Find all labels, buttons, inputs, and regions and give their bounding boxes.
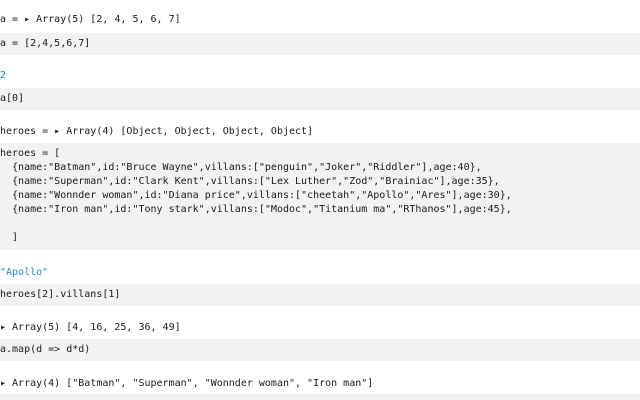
output-a-array[interactable]: a = ▸ Array(5) [2, 4, 5, 6, 7] (0, 13, 181, 27)
heroes-line-0[interactable]: heroes = [ (0, 147, 60, 161)
output-a-array-text: a = ▸ Array(5) [2, 4, 5, 6, 7] (0, 14, 181, 25)
heroes-line-4[interactable]: {name:"Iron man",id:"Tony stark",villans… (0, 203, 512, 217)
input-map-square[interactable]: a.map(d => d*d) (0, 343, 90, 357)
output-cell-1: a = ▸ Array(5) [2, 4, 5, 6, 7] (0, 0, 640, 33)
input-heroes-villan[interactable]: heroes[2].villans[1] (0, 288, 120, 302)
output-apollo: "Apollo" (0, 267, 49, 278)
heroes-line-6[interactable]: ] (0, 231, 18, 245)
output-cell-4: "Apollo" (0, 250, 640, 284)
output-cell-6: ▸ Array(4) ["Batman", "Superman", "Wonnd… (0, 361, 640, 394)
next-input-cell[interactable] (0, 394, 640, 400)
output-cell-5: ▸ Array(5) [4, 16, 25, 36, 49] (0, 306, 640, 339)
heroes-line-3[interactable]: {name:"Wonnder woman",id:"Diana price",v… (0, 189, 512, 203)
output-value-2: 2 (0, 70, 7, 81)
heroes-line-2[interactable]: {name:"Superman",id:"Clark Kent",villans… (0, 175, 500, 189)
output-cell-2: 2 (0, 55, 640, 88)
heroes-line-1[interactable]: {name:"Batman",id:"Bruce Wayne",villans:… (0, 161, 482, 175)
output-names-array[interactable]: ▸ Array(4) ["Batman", "Superman", "Wonnd… (0, 377, 373, 391)
input-cell-3[interactable]: heroes = [ {name:"Batman",id:"Bruce Wayn… (0, 143, 640, 250)
input-cell-2[interactable]: a[0] (0, 88, 640, 110)
input-a-assign[interactable]: a = [2,4,5,6,7] (0, 37, 90, 51)
output-squares-array[interactable]: ▸ Array(5) [4, 16, 25, 36, 49] (0, 321, 181, 335)
input-a-index[interactable]: a[0] (0, 92, 24, 106)
input-cell-5[interactable]: a.map(d => d*d) (0, 339, 640, 361)
output-cell-3: heroes = ▸ Array(4) [Object, Object, Obj… (0, 110, 640, 143)
input-cell-4[interactable]: heroes[2].villans[1] (0, 284, 640, 306)
input-cell-1[interactable]: a = [2,4,5,6,7] (0, 33, 640, 55)
output-heroes-array[interactable]: heroes = ▸ Array(4) [Object, Object, Obj… (0, 125, 313, 139)
